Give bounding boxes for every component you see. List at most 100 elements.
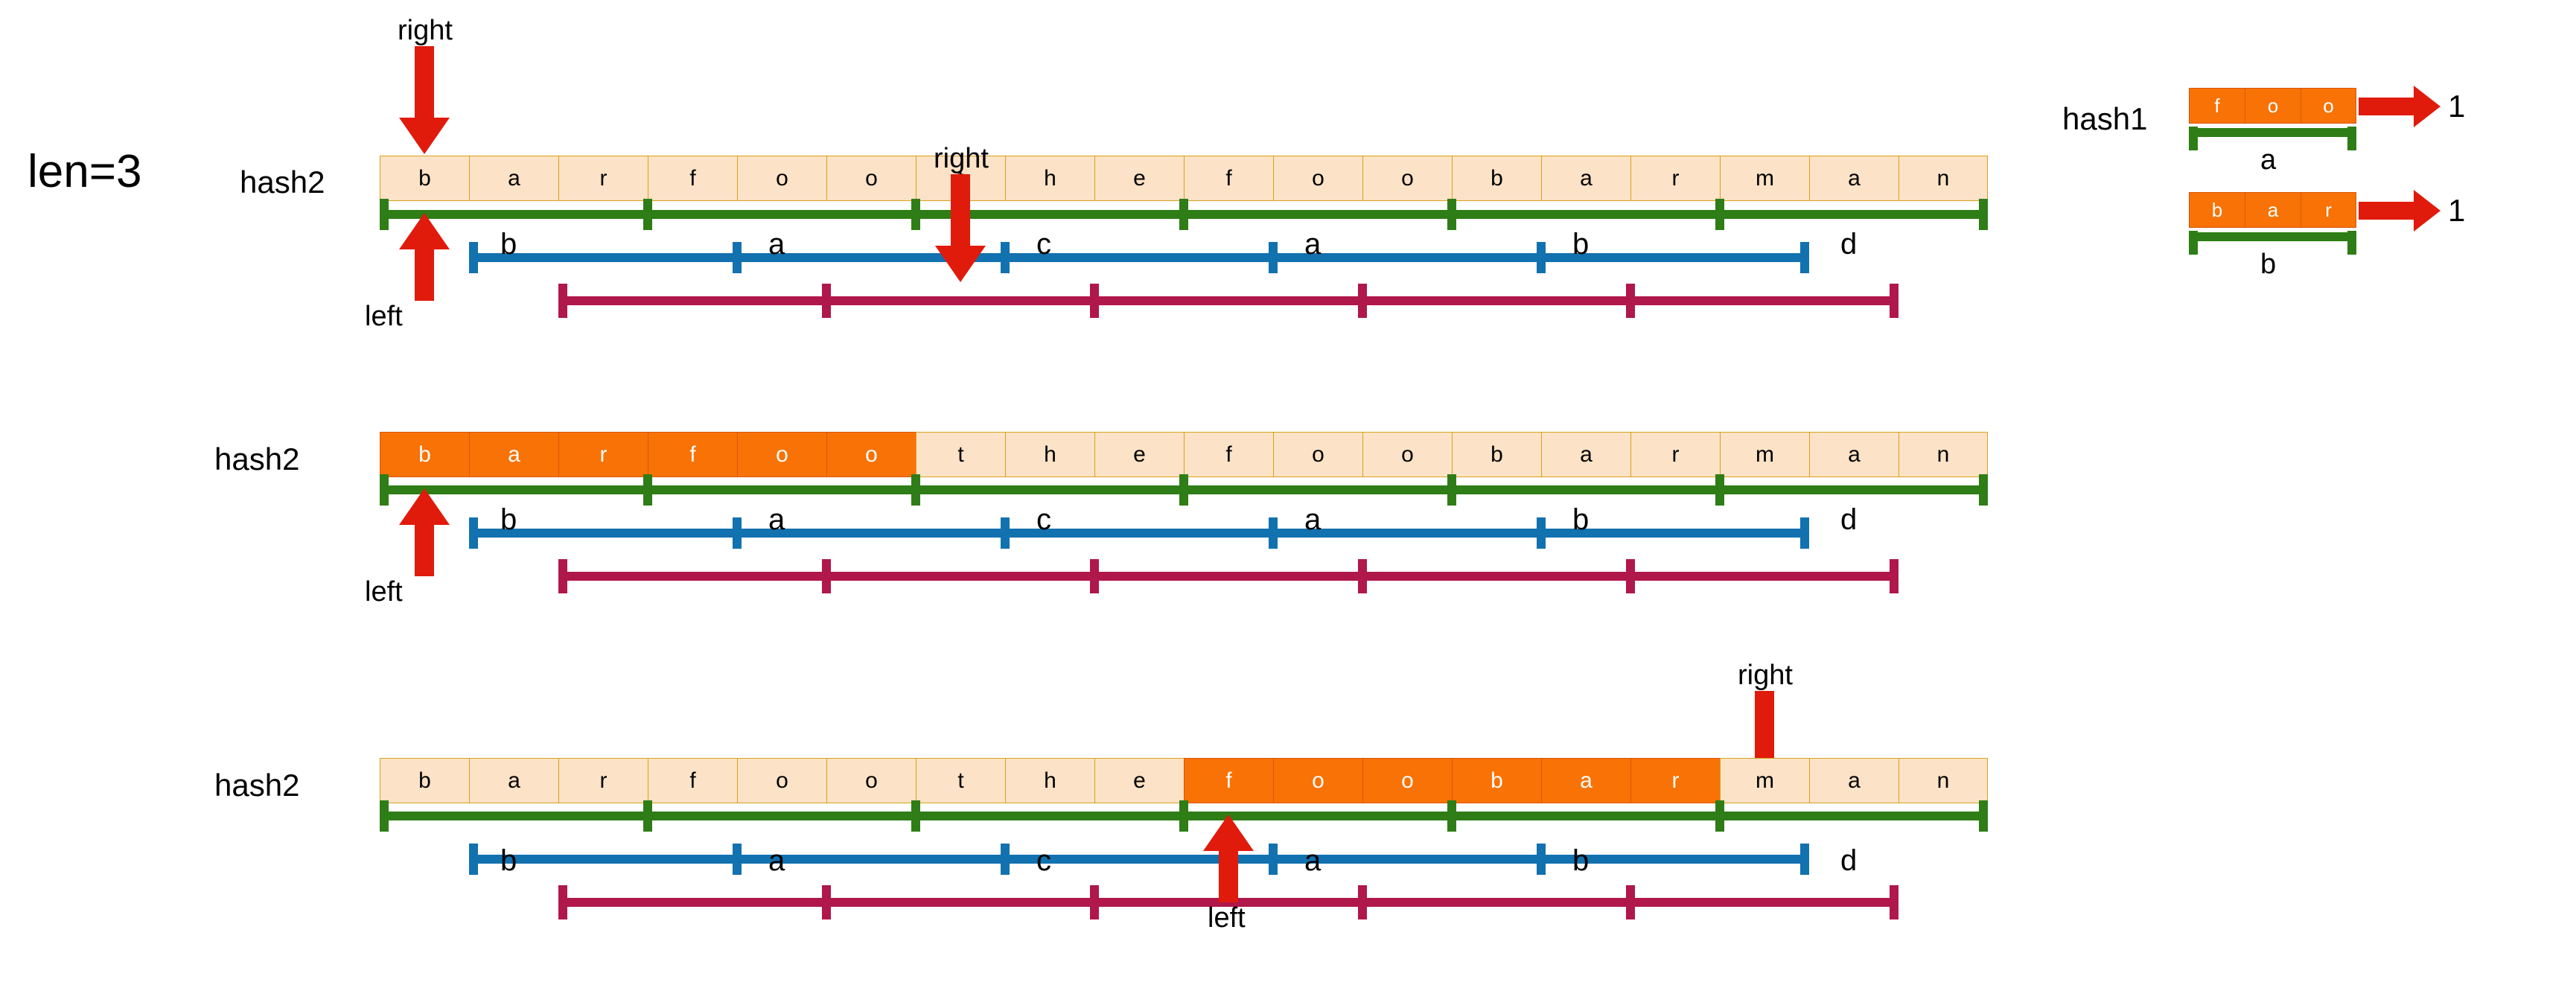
hash1-mini-cell: f [2189, 88, 2245, 124]
rail-tick [1715, 800, 1724, 832]
string-cell: e [1094, 432, 1184, 477]
blue-segment-label: c [1036, 228, 1051, 261]
string-cell: n [1898, 432, 1988, 477]
row-1-left-pointer-label: left [365, 301, 403, 332]
blue-segment-label: d [1840, 844, 1858, 877]
hash1-entry-foo-bracket [2189, 127, 2356, 150]
hash1-mini-cell: o [2245, 88, 2301, 124]
rail-tick [469, 242, 478, 273]
string-cell: b [380, 156, 469, 201]
rail-tick [1269, 242, 1278, 273]
string-cell: t [916, 432, 1005, 477]
rail-tick [1179, 800, 1188, 832]
hash1-entry-bar-strip: bar [2189, 192, 2356, 228]
blue-segment-label: b [500, 228, 517, 261]
diagram-canvas: len=3 hash2 right barfoothefoobarman bac… [0, 0, 2576, 985]
rail-tick [1715, 199, 1724, 230]
row-2-green-rail [380, 474, 1988, 506]
rail-tick [1090, 284, 1099, 318]
string-cell: o [1273, 432, 1362, 477]
bracket-tick-left [2189, 127, 2198, 150]
string-cell: a [1809, 758, 1898, 803]
string-cell: h [1005, 156, 1094, 201]
bracket-bar [2189, 128, 2356, 137]
rail-tick [469, 517, 478, 549]
row-2-hash-label: hash2 [214, 442, 300, 476]
blue-segment-label: a [768, 228, 785, 261]
blue-segment-label: d [1840, 503, 1858, 536]
len-legend: len=3 [28, 146, 142, 197]
row-1-blue-rail [469, 242, 1809, 273]
string-cell: a [469, 156, 558, 201]
rail-tick [1626, 885, 1635, 919]
string-cell: f [1184, 156, 1273, 201]
string-cell: m [1720, 432, 1809, 477]
string-cell: n [1898, 758, 1988, 803]
hash1-entry-bar-result-arrow-icon [2359, 190, 2440, 232]
blue-segment-label: b [500, 844, 517, 877]
hash1-mini-cell: a [2245, 192, 2301, 228]
row-1-hash-label: hash2 [240, 165, 325, 200]
rail-tick [1179, 199, 1188, 230]
string-cell: a [1541, 758, 1630, 803]
rail-tick [469, 844, 478, 875]
rail-tick [1090, 559, 1099, 593]
string-cell: b [1452, 758, 1541, 803]
string-cell: e [1094, 758, 1184, 803]
string-cell: m [1720, 758, 1809, 803]
rail-bar [469, 529, 1809, 538]
hash1-entry-foo-strip: foo [2189, 88, 2356, 124]
blue-segment-label: b [500, 503, 517, 536]
row-1-crimson-rail [558, 284, 1898, 318]
bracket-tick-right [2347, 231, 2356, 255]
rail-tick [1890, 885, 1898, 919]
blue-segment-label: d [1840, 228, 1858, 261]
hash1-label: hash1 [2062, 101, 2148, 136]
rail-tick [1537, 242, 1546, 273]
rail-tick [643, 199, 652, 230]
rail-tick [558, 559, 567, 593]
bracket-tick-left [2189, 231, 2198, 255]
hash1-entry-foo-count: 1 [2448, 89, 2466, 124]
blue-segment-label: a [1304, 228, 1322, 261]
hash1-entry-bar-bracket [2189, 231, 2356, 255]
rail-tick [1890, 284, 1898, 318]
bracket-tick-right [2347, 127, 2356, 150]
row-1-string-strip: barfoothefoobarman [380, 156, 1988, 201]
string-cell: r [1630, 758, 1720, 803]
string-cell: b [380, 432, 469, 477]
string-cell: f [648, 432, 737, 477]
rail-tick [558, 885, 567, 919]
string-cell: o [737, 758, 826, 803]
rail-tick [1269, 844, 1278, 875]
string-cell: r [558, 432, 648, 477]
string-cell: o [1362, 758, 1452, 803]
string-cell: a [469, 758, 558, 803]
row-2-right-arrow-icon [935, 174, 986, 282]
blue-segment-label: a [768, 503, 785, 536]
hash1-mini-cell: o [2301, 88, 2356, 124]
rail-tick [1001, 517, 1010, 549]
blue-segment-label: a [1304, 844, 1322, 877]
blue-segment-label: b [1572, 844, 1590, 877]
rail-tick [1537, 844, 1546, 875]
row-1-left-arrow-icon [399, 213, 450, 301]
rail-tick [1626, 284, 1635, 318]
rail-tick [558, 284, 567, 318]
rail-tick [911, 474, 920, 506]
hash1-entry-bar-bracket-label: b [2260, 249, 2277, 280]
string-cell: a [1541, 156, 1630, 201]
string-cell: b [380, 758, 469, 803]
hash1-mini-cell: b [2189, 192, 2245, 228]
rail-tick [380, 474, 389, 506]
rail-tick [733, 242, 742, 273]
hash1-entry-foo-result-arrow-icon [2359, 86, 2440, 127]
rail-tick [1800, 242, 1809, 273]
rail-tick [822, 885, 831, 919]
rail-tick [822, 284, 831, 318]
string-cell: b [1452, 432, 1541, 477]
rail-tick [911, 199, 920, 230]
rail-tick [1979, 199, 1988, 230]
rail-bar [469, 855, 1809, 864]
rail-bar [469, 253, 1809, 262]
